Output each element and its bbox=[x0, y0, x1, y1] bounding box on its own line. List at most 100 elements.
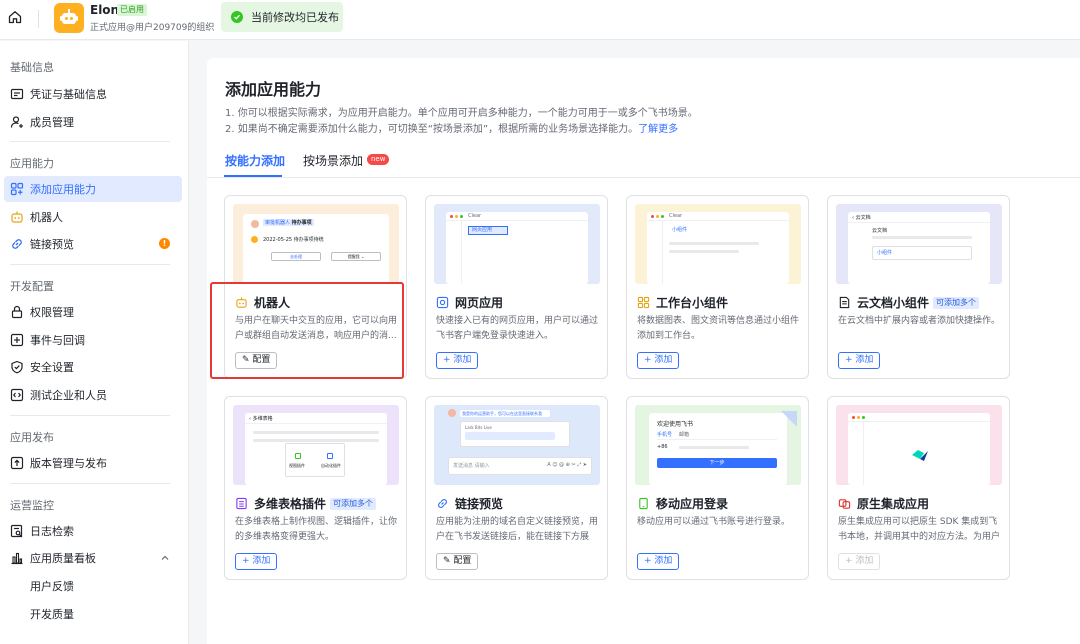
sidebar-item-label: 权限管理 bbox=[30, 306, 74, 319]
capability-card-doc-widget[interactable]: ‹ 云文档 云文档 小组件 云文档小组件 可添加多个 在云文档中扩展内容或者添加… bbox=[827, 195, 1010, 379]
sidebar-item-label: 链接预览 bbox=[30, 238, 74, 251]
card-description: 在多维表格上制作视图、逻辑插件，让你的多维表格变得更强大。 bbox=[235, 517, 398, 542]
top-bar: Elon 已启用 正式应用@用户209709的组织 当前修改均已发布 bbox=[0, 0, 1080, 40]
tab-by-scenario[interactable]: 按场景添加 bbox=[303, 152, 363, 169]
edit-icon: ✎ bbox=[443, 556, 454, 566]
sidebar-item-logs[interactable]: 日志检索 bbox=[4, 518, 182, 544]
robot-icon bbox=[11, 211, 23, 223]
thumb-label: 网页应用 bbox=[468, 226, 508, 235]
description-line-2: 2. 如果尚不确定需要添加什么能力，可切换至“按场景添加”，根据所需的业务场景选… bbox=[225, 120, 678, 135]
sidebar-item-dev-quality[interactable]: 开发质量 bbox=[4, 601, 182, 627]
tab-by-capability[interactable]: 按能力添加 bbox=[225, 152, 285, 169]
capability-card-web-app[interactable]: Clear 网页应用 网页应用 快速接入已有的网页应用，用户可以通过飞书客户端免… bbox=[425, 195, 608, 379]
thumbnail-window: 审批机器人 待办事项 2022-05-25 待办事项待统 去处理 提醒我 ⌄ bbox=[243, 214, 389, 284]
card-title: 链接预览 bbox=[436, 495, 503, 512]
thumbnail-window: 欢迎使用飞书 手机号 邮箱 +86 下一步 bbox=[649, 413, 787, 485]
add-button[interactable]: + 添加 bbox=[436, 352, 479, 369]
card-thumbnail bbox=[836, 405, 1002, 485]
sidebar-section-monitoring: 运营监控 bbox=[10, 499, 54, 512]
card-title: 原生集成应用 bbox=[838, 495, 929, 512]
bar-chart-icon bbox=[11, 552, 23, 565]
add-button[interactable]: + 添加 bbox=[637, 352, 680, 369]
card-description: 快速接入已有的网页应用，用户可以通过飞书客户端免登录快速进入。 bbox=[436, 316, 599, 341]
capability-card-widget[interactable]: Clear 小组件 工作台小组件 将数据图表、图文资讯等信息通过小组件添加到工作… bbox=[626, 195, 809, 379]
native-app-icon bbox=[838, 499, 851, 509]
new-badge: new bbox=[367, 154, 390, 165]
sidebar-item-label: 添加应用能力 bbox=[30, 183, 96, 196]
capability-card-bitable-plugin[interactable]: ‹ 多维表格 视图插件 自动化插件 多维表格插件 可添加多个 在多维表格上制作视… bbox=[224, 396, 407, 580]
sidebar-item-robot[interactable]: 机器人 bbox=[4, 204, 182, 230]
sidebar-item-permissions[interactable]: 权限管理 bbox=[4, 299, 182, 325]
thumb-plugin-1: 视图插件 bbox=[289, 463, 305, 468]
card-title-text: 工作台小组件 bbox=[656, 296, 729, 310]
sidebar-item-label: 应用质量看板 bbox=[30, 552, 96, 565]
event-icon bbox=[10, 333, 24, 347]
thumb-tab-2: 邮箱 bbox=[679, 432, 690, 438]
web-app-icon bbox=[436, 296, 449, 309]
learn-more-link[interactable]: 了解更多 bbox=[638, 124, 678, 135]
sidebar-item-label: 事件与回调 bbox=[30, 334, 85, 347]
home-icon[interactable] bbox=[8, 10, 22, 24]
highlight-box bbox=[210, 282, 404, 379]
sidebar-item-members[interactable]: 成员管理 bbox=[4, 109, 182, 135]
chevron-up-icon[interactable] bbox=[160, 553, 170, 563]
app-logo bbox=[54, 3, 84, 33]
thumb-line: 云文档 bbox=[872, 228, 888, 234]
thumb-chip-prefix: 审批机器人 bbox=[265, 220, 291, 226]
sidebar-item-label: 日志检索 bbox=[30, 525, 74, 538]
sidebar-item-user-feedback[interactable]: 用户反馈 bbox=[4, 573, 182, 599]
sidebar-section-basic: 基础信息 bbox=[10, 61, 54, 74]
sidebar-section-dev-config: 开发配置 bbox=[10, 280, 54, 293]
capability-card-link-preview[interactable]: 我是你的运营助手，您可以在这里直接联系我 Lark Bits Live 发送消息… bbox=[425, 396, 608, 580]
card-title-text: 链接预览 bbox=[455, 497, 504, 511]
thumb-tab: Clear bbox=[669, 213, 683, 219]
sidebar-item-quality-dashboard[interactable]: 应用质量看板 bbox=[4, 545, 182, 571]
card-title: 移动应用登录 bbox=[637, 495, 728, 512]
capability-card-mobile-login[interactable]: 欢迎使用飞书 手机号 邮箱 +86 下一步 移动应用登录 移动应用可以通过飞书账… bbox=[626, 396, 809, 580]
sidebar-item-link-preview[interactable]: 链接预览 ! bbox=[4, 231, 182, 257]
sidebar-item-credentials[interactable]: 凭证与基础信息 bbox=[4, 81, 182, 107]
add-button[interactable]: + 添加 bbox=[235, 553, 278, 570]
sidebar-item-versions[interactable]: 版本管理与发布 bbox=[4, 450, 182, 476]
card-description: 将数据图表、图文资讯等信息通过小组件添加到工作台。 bbox=[637, 316, 800, 341]
configure-button[interactable]: ✎ 配置 bbox=[436, 553, 479, 570]
card-title: 云文档小组件 可添加多个 bbox=[838, 294, 980, 311]
sidebar-item-add-capability[interactable]: 添加应用能力 bbox=[4, 176, 182, 202]
thumb-header-text: 云文档 bbox=[855, 215, 871, 221]
thumb-bubble: 我是你的运营助手，您可以在这里直接联系我 bbox=[460, 410, 550, 417]
sidebar-item-label: 凭证与基础信息 bbox=[30, 88, 107, 101]
add-button[interactable]: + 添加 bbox=[637, 553, 680, 570]
sidebar-section-release: 应用发布 bbox=[10, 431, 54, 444]
card-description: 在云文档中扩展内容或者添加快捷操作。 bbox=[838, 316, 1001, 326]
warning-badge: ! bbox=[159, 238, 170, 249]
sidebar-item-security[interactable]: 安全设置 bbox=[4, 354, 182, 380]
card-title: 网页应用 bbox=[436, 294, 503, 311]
add-button[interactable]: + 添加 bbox=[838, 352, 881, 369]
sidebar-item-events[interactable]: 事件与回调 bbox=[4, 327, 182, 353]
thumb-header-text: 多维表格 bbox=[252, 416, 273, 422]
sidebar-divider bbox=[10, 415, 170, 416]
card-thumbnail: 我是你的运营助手，您可以在这里直接联系我 Lark Bits Live 发送消息… bbox=[434, 405, 600, 485]
capability-card-native-app[interactable]: 原生集成应用 原生集成应用可以把原生 SDK 集成到飞书本地，并调用其中的对应方… bbox=[827, 396, 1010, 580]
robot-icon bbox=[60, 9, 78, 24]
feishu-logo-icon bbox=[912, 450, 928, 461]
thumb-next: 下一步 bbox=[657, 458, 777, 468]
publish-status-text: 当前修改均已发布 bbox=[251, 11, 339, 24]
sidebar-divider bbox=[10, 141, 170, 142]
sidebar-item-label: 用户反馈 bbox=[30, 580, 74, 593]
card-title-text: 多维表格插件 bbox=[254, 497, 327, 511]
card-title: 多维表格插件 可添加多个 bbox=[235, 495, 377, 512]
card-title-text: 网页应用 bbox=[455, 296, 504, 310]
sidebar-item-test-users[interactable]: 测试企业和人员 bbox=[4, 382, 182, 408]
sidebar-item-label: 开发质量 bbox=[30, 608, 74, 621]
sidebar-item-label: 安全设置 bbox=[30, 361, 74, 374]
upload-icon bbox=[10, 456, 24, 470]
thumb-header: ‹ 云文档 bbox=[852, 215, 871, 221]
thumbnail-window: ‹ 云文档 云文档 小组件 bbox=[848, 212, 990, 284]
shield-icon bbox=[11, 360, 23, 374]
code-icon bbox=[10, 388, 24, 402]
sidebar-item-label: 版本管理与发布 bbox=[30, 457, 107, 470]
multi-add-tag: 可添加多个 bbox=[933, 296, 980, 309]
thumb-button-1: 去处理 bbox=[271, 252, 321, 261]
thumb-line: 2022-05-25 待办事项待统 bbox=[263, 237, 324, 243]
